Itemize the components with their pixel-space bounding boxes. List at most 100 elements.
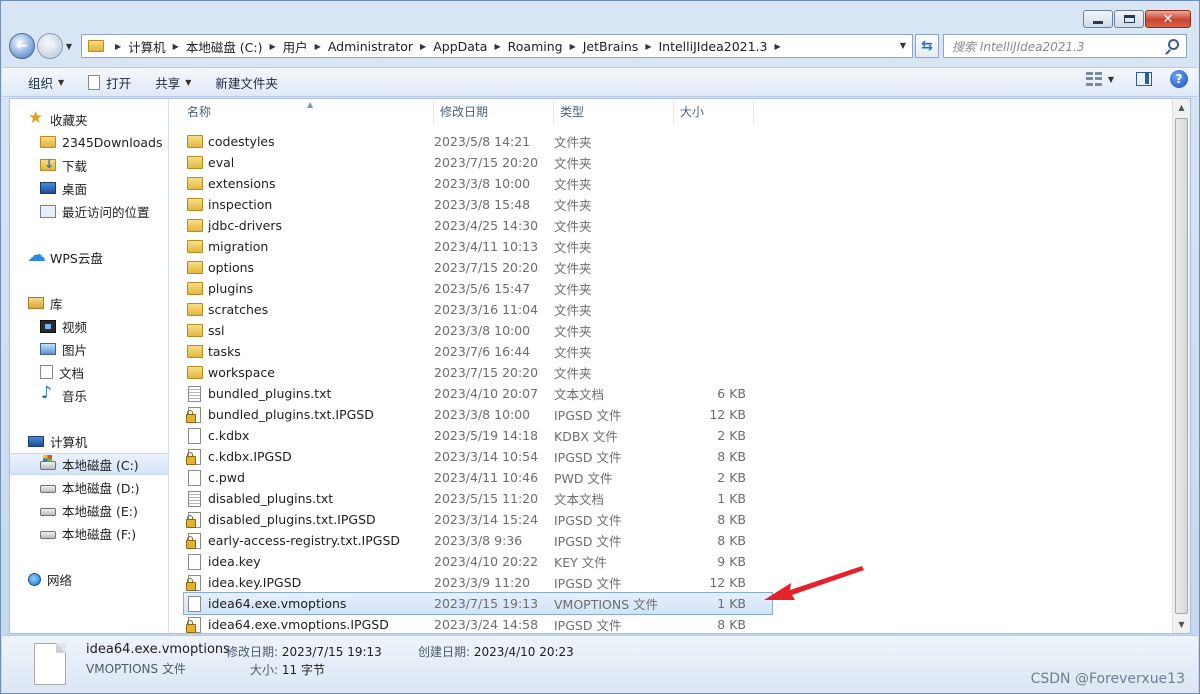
change-view-icon[interactable] <box>1085 72 1102 86</box>
sidebar-item[interactable]: 库 <box>10 292 168 314</box>
file-type: IPGSD 文件 <box>554 408 622 423</box>
table-row[interactable]: bundled_plugins.txt.IPGSD 2023/3/8 10:00 I… <box>170 404 1172 425</box>
table-row[interactable]: plugins 2023/5/6 15:47 文件夹 <box>170 278 1172 299</box>
sidebar-item[interactable]: WPS云盘 <box>10 244 168 268</box>
sidebar-item[interactable]: 本地磁盘 (C:) <box>10 453 168 475</box>
table-row[interactable]: jdbc-drivers 2023/4/25 14:30 文件夹 <box>170 215 1172 236</box>
maximize-button[interactable] <box>1114 10 1144 28</box>
breadcrumb-separator-icon[interactable]: ▶ <box>494 42 500 51</box>
breadcrumb-item[interactable]: JetBrains <box>583 39 639 54</box>
file-icon <box>188 427 201 444</box>
file-date: 2023/3/8 10:00 <box>434 176 531 191</box>
table-row[interactable]: codestyles 2023/5/8 14:21 文件夹 <box>170 131 1172 152</box>
scroll-up-arrow[interactable]: ▲ <box>1173 99 1190 116</box>
sidebar-item[interactable]: 图片 <box>10 338 168 360</box>
sidebar-item[interactable]: 收藏夹 <box>10 108 168 130</box>
table-row[interactable]: idea.key 2023/4/10 20:22 KEY 文件 9 KB <box>170 551 1172 572</box>
details-created: 创建日期: 2023/4/10 20:23 <box>418 645 574 659</box>
breadcrumb-separator-icon[interactable]: ▶ <box>774 42 780 51</box>
view-dropdown-icon[interactable]: ▼ <box>1108 75 1114 84</box>
table-row[interactable]: disabled_plugins.txt.IPGSD 2023/3/14 15:2… <box>170 509 1172 530</box>
scrollbar-thumb[interactable] <box>1175 118 1188 614</box>
folder-icon <box>187 177 203 190</box>
breadcrumb-separator-icon[interactable]: ▶ <box>270 42 276 51</box>
breadcrumb-separator-icon[interactable]: ▶ <box>645 42 651 51</box>
address-history-dropdown[interactable]: ▼ <box>900 41 906 50</box>
sidebar-item[interactable]: 计算机 <box>10 430 168 452</box>
table-row[interactable]: workspace 2023/7/15 20:20 文件夹 <box>170 362 1172 383</box>
refresh-button[interactable]: ⇆ <box>915 34 939 58</box>
table-row[interactable]: c.pwd 2023/4/11 10:46 PWD 文件 2 KB <box>170 467 1172 488</box>
column-header-name[interactable]: ▲ 名称 <box>170 99 434 125</box>
breadcrumb-separator-icon[interactable]: ▶ <box>420 42 426 51</box>
sidebar-item[interactable]: 本地磁盘 (F:) <box>10 522 168 544</box>
breadcrumb-separator-icon[interactable]: ▶ <box>315 42 321 51</box>
sidebar-item[interactable]: 网络 <box>10 568 168 590</box>
breadcrumb-item[interactable]: IntelliJIdea2021.3 <box>658 39 767 54</box>
table-row[interactable]: migration 2023/4/11 10:13 文件夹 <box>170 236 1172 257</box>
details-file-type: VMOPTIONS 文件 <box>86 662 186 676</box>
table-row[interactable]: eval 2023/7/15 20:20 文件夹 <box>170 152 1172 173</box>
breadcrumb-separator-icon[interactable]: ▶ <box>570 42 576 51</box>
table-row[interactable]: ssl 2023/3/8 10:00 文件夹 <box>170 320 1172 341</box>
recent-pages-dropdown[interactable]: ▼ <box>63 42 75 51</box>
table-row[interactable]: idea64.exe.vmoptions.IPGSD 2023/3/24 14:5… <box>170 614 1172 633</box>
search-icon[interactable] <box>1168 39 1179 50</box>
sidebar-item[interactable]: 本地磁盘 (E:) <box>10 499 168 521</box>
table-row[interactable]: early-access-registry.txt.IPGSD 2023/3/8 … <box>170 530 1172 551</box>
breadcrumb-item[interactable]: 用户 <box>283 37 308 56</box>
breadcrumb-item[interactable]: AppData <box>433 39 487 54</box>
sidebar-item[interactable]: 桌面 <box>10 177 168 199</box>
column-header-type[interactable]: 类型 <box>554 99 674 125</box>
folder-icon <box>187 240 203 253</box>
file-type: IPGSD 文件 <box>554 534 622 549</box>
sidebar-item-label: 桌面 <box>62 181 88 197</box>
open-button[interactable]: 打开 <box>76 69 143 95</box>
help-icon[interactable]: ? <box>1170 70 1188 88</box>
sidebar-item[interactable]: 下载 <box>10 154 168 176</box>
table-row[interactable]: idea64.exe.vmoptions 2023/7/15 19:13 VMOPT… <box>183 592 773 615</box>
sidebar-item[interactable]: 2345Downloads <box>10 131 168 153</box>
table-row[interactable]: options 2023/7/15 20:20 文件夹 <box>170 257 1172 278</box>
table-row[interactable]: bundled_plugins.txt 2023/4/10 20:07 文本文档 6 … <box>170 383 1172 404</box>
sidebar-item-label: 本地磁盘 (E:) <box>62 503 138 519</box>
table-row[interactable]: disabled_plugins.txt 2023/5/15 11:20 文本文档 1… <box>170 488 1172 509</box>
table-row[interactable]: extensions 2023/3/8 10:00 文件夹 <box>170 173 1172 194</box>
table-row[interactable]: c.kdbx 2023/5/19 14:18 KDBX 文件 2 KB <box>170 425 1172 446</box>
breadcrumb-separator-icon[interactable]: ▶ <box>173 42 179 51</box>
scroll-down-arrow[interactable]: ▼ <box>1173 616 1190 633</box>
share-button[interactable]: 共享 ▼ <box>143 69 203 95</box>
organize-button[interactable]: 组织 ▼ <box>16 69 76 95</box>
close-button[interactable]: ✕ <box>1145 10 1191 28</box>
table-row[interactable]: inspection 2023/3/8 15:48 文件夹 <box>170 194 1172 215</box>
file-name-cell: c.kdbx <box>170 427 434 444</box>
new-folder-button[interactable]: 新建文件夹 <box>203 69 290 95</box>
breadcrumb-item[interactable]: Roaming <box>508 39 563 54</box>
breadcrumb-separator-icon[interactable]: ▶ <box>115 42 121 51</box>
breadcrumb-item[interactable]: 本地磁盘 (C:) <box>186 37 263 56</box>
breadcrumb-item[interactable]: 计算机 <box>128 37 166 56</box>
table-row[interactable]: tasks 2023/7/6 16:44 文件夹 <box>170 341 1172 362</box>
preview-pane-icon[interactable] <box>1136 72 1152 86</box>
forward-button[interactable]: → <box>37 33 63 59</box>
address-bar[interactable]: ▶ 计算机 ▶ 本地磁盘 (C:) ▶ 用户 ▶ Administrator ▶ AppData ▶… <box>81 34 913 58</box>
sidebar-item[interactable]: 文档 <box>10 361 168 383</box>
back-button[interactable]: ← <box>9 33 35 59</box>
sidebar-item[interactable]: 音乐 <box>10 383 168 406</box>
breadcrumb-item[interactable]: Administrator <box>328 39 413 54</box>
search-input[interactable]: 搜索 IntelliJIdea2021.3 <box>943 34 1187 58</box>
file-size: 8 KB <box>717 449 746 464</box>
column-header-size[interactable]: 大小 <box>674 99 754 125</box>
minimize-button[interactable] <box>1083 10 1113 28</box>
vertical-scrollbar[interactable]: ▲ ▼ <box>1172 99 1190 633</box>
column-header-date[interactable]: 修改日期 <box>434 99 554 125</box>
folder-icon <box>187 261 203 274</box>
table-row[interactable]: scratches 2023/3/16 11:04 文件夹 <box>170 299 1172 320</box>
sidebar-item[interactable]: 本地磁盘 (D:) <box>10 476 168 498</box>
sidebar-item[interactable]: 最近访问的位置 <box>10 200 168 222</box>
table-row[interactable]: c.kdbx.IPGSD 2023/3/14 10:54 IPGSD 文件 8 KB <box>170 446 1172 467</box>
sidebar-item[interactable]: 视频 <box>10 315 168 337</box>
table-row[interactable]: idea.key.IPGSD 2023/3/9 11:20 IPGSD 文件 12 K… <box>170 572 1172 593</box>
file-date: 2023/5/8 14:21 <box>434 134 531 149</box>
file-name: tasks <box>208 344 241 359</box>
